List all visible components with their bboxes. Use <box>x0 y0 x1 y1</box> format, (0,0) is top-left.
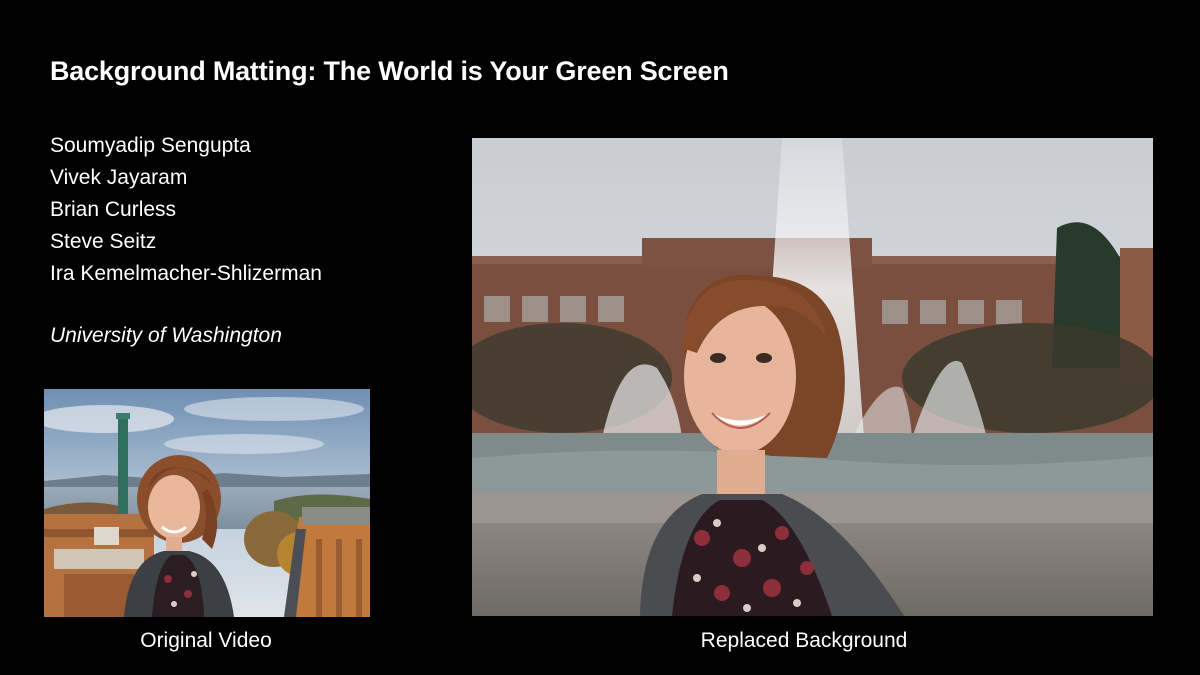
original-video-image <box>44 389 370 617</box>
author-name: Vivek Jayaram <box>50 166 188 189</box>
slide-title: Background Matting: The World is Your Gr… <box>50 56 729 86</box>
affiliation: University of Washington <box>50 324 282 347</box>
replaced-background-frame <box>472 138 1153 616</box>
author-name: Brian Curless <box>50 198 177 221</box>
author-list: Soumyadip Sengupta Vivek Jayaram Brian C… <box>50 130 322 290</box>
original-video-caption: Original Video <box>140 629 272 652</box>
author-name: Steve Seitz <box>50 230 157 253</box>
replaced-background-caption: Replaced Background <box>700 629 908 652</box>
replaced-background-image <box>472 138 1153 616</box>
original-video-frame <box>44 389 370 617</box>
author-name: Soumyadip Sengupta <box>50 134 251 157</box>
author-name: Ira Kemelmacher-Shlizerman <box>50 262 322 285</box>
